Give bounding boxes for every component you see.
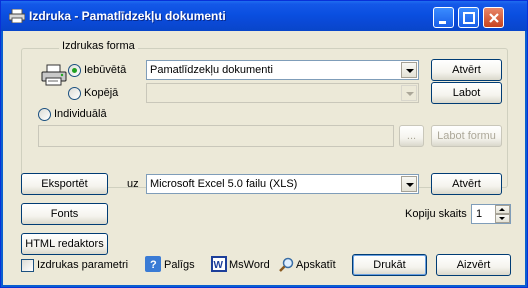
print-form-legend: Izdrukas forma — [59, 40, 138, 52]
individual-path-field[interactable] — [38, 125, 394, 147]
export-button[interactable]: Eksportēt — [21, 173, 108, 195]
builtin-form-select[interactable]: Pamatlīdzekļu dokumenti — [146, 60, 419, 80]
open-builtin-button[interactable]: Atvērt — [431, 59, 502, 81]
maximize-icon — [463, 12, 475, 24]
copies-stepper[interactable]: 1 — [471, 204, 511, 224]
builtin-form-value: Pamatlīdzekļu dokumenti — [150, 64, 273, 76]
magnifier-icon — [279, 257, 294, 272]
spin-up-icon[interactable] — [495, 205, 510, 214]
help-icon: ? — [145, 256, 161, 272]
radio-builtin-label: Iebūvētā — [84, 64, 127, 76]
word-icon: W — [211, 256, 227, 272]
minimize-button[interactable] — [433, 7, 454, 28]
preview-label: Apskatīt — [296, 259, 336, 271]
chevron-down-icon[interactable] — [401, 62, 417, 78]
export-format-select[interactable]: Microsoft Excel 5.0 failu (XLS) — [146, 174, 419, 194]
radio-individual-label: Individuālā — [54, 108, 107, 120]
html-editor-button[interactable]: HTML redaktors — [21, 233, 108, 255]
window-title: Izdruka - Pamatlīdzekļu dokumenti — [29, 9, 226, 23]
chevron-down-icon[interactable] — [401, 176, 417, 192]
close-window-button[interactable] — [483, 7, 504, 28]
browse-button[interactable]: ... — [399, 125, 424, 147]
open-export-button[interactable]: Atvērt — [431, 173, 502, 195]
edit-shared-button[interactable]: Labot — [431, 82, 502, 104]
edit-form-button[interactable]: Labot formu — [431, 125, 502, 147]
chevron-down-icon[interactable] — [401, 85, 417, 101]
export-format-value: Microsoft Excel 5.0 failu (XLS) — [150, 178, 298, 190]
dialog-body: Izdrukas forma Iebūvētā Pamatlīdzekļu do… — [4, 31, 524, 285]
help-label: Palīgs — [164, 259, 195, 271]
radio-shared-label: Kopējā — [84, 87, 119, 99]
radio-builtin[interactable] — [68, 64, 81, 77]
shared-form-select[interactable] — [146, 83, 419, 103]
title-bar[interactable]: Izdruka - Pamatlīdzekļu dokumenti — [1, 1, 527, 31]
svg-text:W: W — [214, 260, 224, 271]
radio-individual[interactable] — [38, 108, 51, 121]
fonts-button[interactable]: Fonts — [21, 203, 108, 225]
maximize-button[interactable] — [458, 7, 479, 28]
close-icon — [489, 13, 499, 23]
print-params-label: Izdrukas parametri — [37, 259, 129, 271]
print-dialog-window: Izdruka - Pamatlīdzekļu dokumenti Izdruk… — [0, 0, 528, 288]
export-to-label: uz — [127, 178, 139, 190]
msword-label: MsWord — [229, 259, 270, 271]
print-params-checkbox[interactable] — [21, 259, 34, 272]
copies-value: 1 — [476, 208, 483, 220]
svg-text:?: ? — [150, 259, 157, 271]
copies-label: Kopiju skaits — [405, 208, 467, 220]
minimize-icon — [439, 21, 446, 24]
radio-shared[interactable] — [68, 87, 81, 100]
printer-icon — [9, 9, 25, 23]
spin-down-icon[interactable] — [495, 214, 510, 223]
print-button[interactable]: Drukāt — [352, 254, 427, 276]
printer-large-icon — [41, 64, 67, 86]
close-button[interactable]: Aizvērt — [436, 254, 511, 276]
